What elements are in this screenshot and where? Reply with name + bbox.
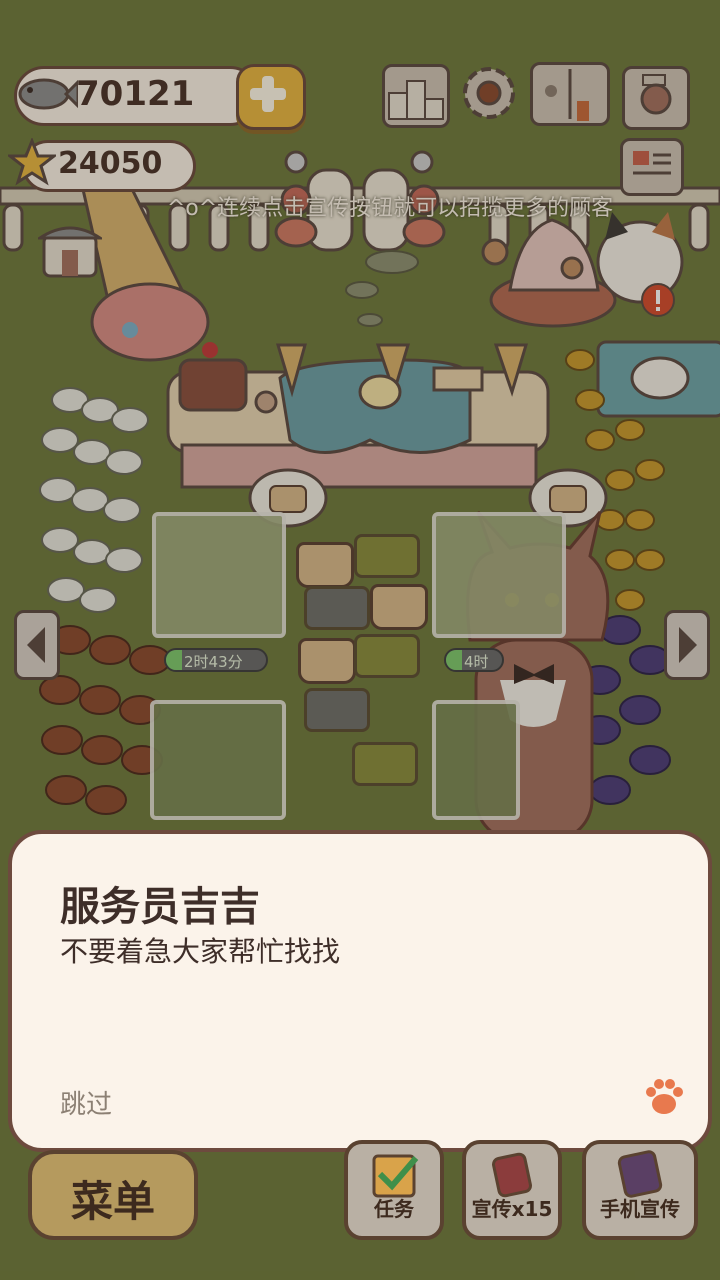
paw-icon[interactable] (642, 1074, 686, 1118)
timer-progress (446, 650, 462, 670)
shop-icon (35, 226, 105, 278)
speaker-name: 服务员吉吉 (60, 884, 260, 930)
menu-button-label: 菜单 (70, 1177, 155, 1226)
dialog-message: 不要着急大家帮忙找找 (60, 935, 341, 968)
phone-promote-button[interactable]: 手机宣传 (582, 1140, 698, 1240)
field-plot[interactable] (304, 586, 370, 630)
scroll-right-button[interactable] (664, 610, 710, 680)
ranking-icon (388, 80, 444, 120)
field-plot[interactable] (354, 534, 420, 578)
greenhouse-3[interactable] (150, 700, 286, 820)
star-count: 24050 (58, 146, 163, 181)
timer-label: 2时43分 (184, 653, 243, 671)
field-plot[interactable] (304, 688, 370, 732)
harvest-sack[interactable] (370, 584, 428, 630)
recipe-book-icon (545, 69, 589, 121)
plus-icon (250, 76, 286, 112)
newspaper-button[interactable] (620, 138, 684, 196)
settings-button[interactable] (458, 62, 520, 124)
harvest-sack[interactable] (298, 638, 356, 684)
settings-gear-icon (463, 67, 515, 119)
greenhouse-4[interactable] (432, 700, 520, 820)
tasks-label: 任务 (374, 1197, 414, 1221)
fish-count: 70121 (76, 74, 195, 114)
timer-label: 4时 (464, 653, 489, 671)
greenhouse-timer-2: 4时 (444, 648, 504, 672)
menu-button[interactable]: 菜单 (28, 1150, 198, 1240)
field-plot[interactable] (352, 742, 418, 786)
flower-field-white (39, 387, 149, 613)
scroll-left-button[interactable] (14, 610, 60, 680)
phone-promote-label: 手机宣传 (600, 1197, 680, 1221)
greenhouse-timer-1: 2时43分 (164, 648, 268, 672)
add-currency-button[interactable] (236, 64, 306, 130)
dessert-table (166, 342, 550, 489)
greenhouse-1[interactable] (152, 512, 286, 638)
arrow-right-icon (679, 627, 697, 663)
timer-progress (166, 650, 182, 670)
greenhouse-2[interactable] (432, 512, 566, 638)
ranking-button[interactable] (382, 64, 450, 128)
camera-button[interactable] (622, 66, 690, 130)
alert-icon (641, 283, 675, 317)
harvest-sack[interactable] (296, 542, 354, 588)
skip-button[interactable]: 跳过 (60, 1084, 112, 1121)
tasks-button[interactable]: 任务 (344, 1140, 444, 1240)
camera-icon (640, 74, 672, 115)
newspaper-icon (633, 151, 671, 175)
promotion-hint: ^o^连续点击宣传按钮就可以招揽更多的顾客 (166, 196, 614, 221)
fish-icon (18, 78, 78, 110)
promote-button[interactable]: 宣传x15 (462, 1140, 562, 1240)
shop-button[interactable] (35, 216, 105, 280)
dialog-box[interactable]: 服务员吉吉 不要着急大家帮忙找找 跳过 (8, 830, 712, 1152)
arrow-left-icon (27, 627, 45, 663)
customer-alert[interactable] (640, 282, 676, 318)
recipe-book-button[interactable] (530, 62, 610, 126)
promote-label: 宣传x15 (471, 1197, 553, 1221)
field-plot[interactable] (354, 634, 420, 678)
star-icon (8, 138, 56, 186)
